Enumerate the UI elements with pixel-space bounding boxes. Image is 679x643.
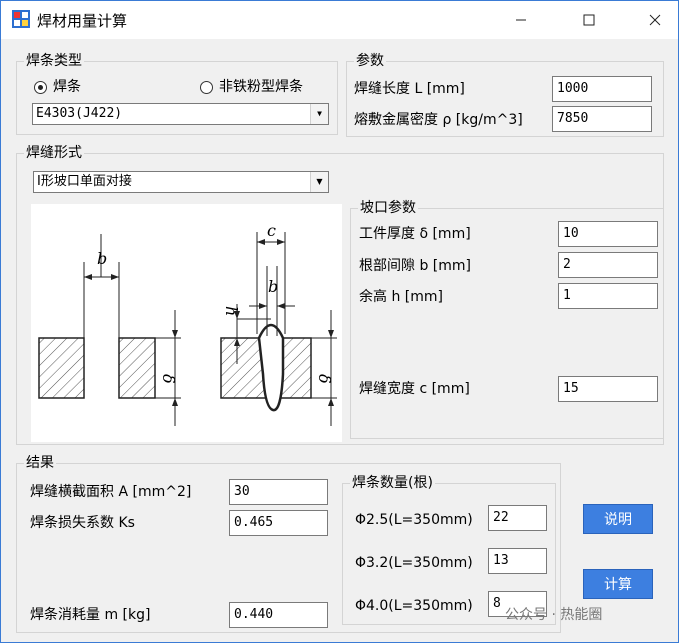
rod-d25-output[interactable]: 22 xyxy=(488,505,547,531)
help-button[interactable]: 说明 xyxy=(583,504,653,534)
maximize-icon xyxy=(583,14,595,26)
gap-label: 根部间隙 b [mm] xyxy=(359,258,471,274)
weld-form-title: 焊缝形式 xyxy=(24,144,84,162)
weld-width-label: 焊缝宽度 c [mm] xyxy=(359,381,470,397)
radio-rod[interactable] xyxy=(34,81,47,94)
app-icon xyxy=(12,10,30,28)
minimize-button[interactable] xyxy=(498,1,544,39)
radio-powder-rod-label[interactable]: 非铁粉型焊条 xyxy=(219,78,303,96)
radio-powder-rod[interactable] xyxy=(200,81,213,94)
weld-joint-diagram: b δ c b h δ xyxy=(31,204,342,442)
watermark: 公众号 · 热能圈 xyxy=(505,607,603,623)
rod-model-value: E4303(J422) xyxy=(36,106,123,121)
label-b-left: b xyxy=(97,249,107,268)
density-input[interactable]: 7850 xyxy=(552,106,652,132)
thickness-label: 工件厚度 δ [mm] xyxy=(359,226,471,242)
length-input[interactable]: 1000 xyxy=(552,76,652,102)
window-title: 焊材用量计算 xyxy=(37,12,128,30)
rod-d32-label: Φ3.2(L=350mm) xyxy=(355,555,473,571)
gap-input[interactable]: 2 xyxy=(558,252,658,278)
weld-form-select[interactable]: I形坡口单面对接 ▼ xyxy=(33,171,329,193)
close-icon xyxy=(649,14,661,26)
weld-width-input[interactable]: 15 xyxy=(558,376,658,402)
calculate-button[interactable]: 计算 xyxy=(583,569,653,599)
rod-d32-output[interactable]: 13 xyxy=(488,548,547,574)
label-b-right: b xyxy=(268,277,278,296)
consumption-output[interactable]: 0.440 xyxy=(229,602,328,628)
weld-joint-svg: b δ c b h δ xyxy=(38,221,337,426)
loss-output[interactable]: 0.465 xyxy=(229,510,328,536)
title-bar[interactable]: 焊材用量计算 xyxy=(1,1,678,39)
rod-model-select[interactable]: E4303(J422) ▼ xyxy=(32,103,329,125)
label-c: c xyxy=(267,221,276,240)
radio-rod-label[interactable]: 焊条 xyxy=(53,78,81,96)
label-delta-right: δ xyxy=(315,374,334,384)
loss-label: 焊条损失系数 Ks xyxy=(30,515,135,531)
consumption-label: 焊条消耗量 m [kg] xyxy=(30,607,151,623)
label-h: h xyxy=(222,306,241,316)
maximize-button[interactable] xyxy=(566,1,612,39)
label-delta-left: δ xyxy=(159,374,178,384)
reinforcement-label: 余高 h [mm] xyxy=(359,289,443,305)
params-title: 参数 xyxy=(354,52,386,70)
chevron-down-icon[interactable]: ▼ xyxy=(310,172,328,192)
thickness-input[interactable]: 10 xyxy=(558,221,658,247)
weld-form-value: I形坡口单面对接 xyxy=(37,174,132,189)
reinforcement-input[interactable]: 1 xyxy=(558,283,658,309)
rod-d40-label: Φ4.0(L=350mm) xyxy=(355,598,473,614)
chevron-down-icon[interactable]: ▼ xyxy=(310,104,328,124)
area-output[interactable]: 30 xyxy=(229,479,328,505)
minimize-icon xyxy=(516,19,526,21)
rod-count-title: 焊条数量(根) xyxy=(350,474,435,492)
left-plate-b xyxy=(118,337,156,399)
density-label: 熔敷金属密度 ρ [kg/m^3] xyxy=(354,112,523,128)
length-label: 焊缝长度 L [mm] xyxy=(354,81,465,97)
groove-params-title: 坡口参数 xyxy=(358,199,418,217)
area-label: 焊缝横截面积 A [mm^2] xyxy=(30,484,192,500)
left-plate-a xyxy=(38,337,85,399)
close-button[interactable] xyxy=(632,1,678,39)
result-title: 结果 xyxy=(24,454,56,472)
app-window: 焊材用量计算 焊条类型 焊条 非铁粉型焊条 E4303(J422) ▼ 参数 焊… xyxy=(0,0,679,643)
rod-d25-label: Φ2.5(L=350mm) xyxy=(355,512,473,528)
rod-type-title: 焊条类型 xyxy=(24,52,84,70)
